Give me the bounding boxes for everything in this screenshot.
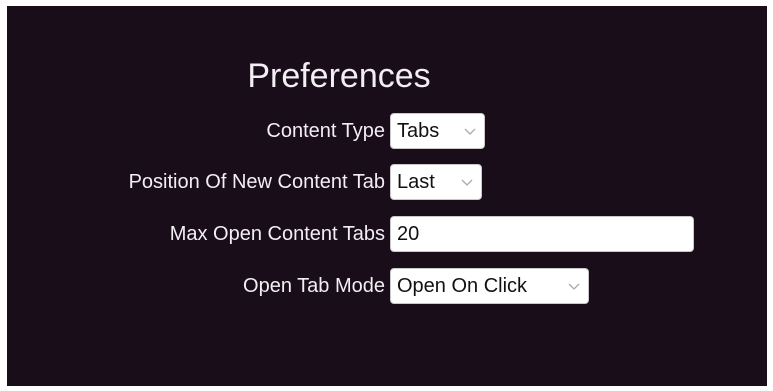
content-type-select[interactable]: Tabs <box>390 113 485 149</box>
preferences-panel: Preferences Content Type Tabs Position O… <box>7 6 767 386</box>
open-tab-mode-select[interactable]: Open On Click <box>390 268 589 304</box>
open-tab-mode-value: Open On Click <box>397 275 528 297</box>
position-new-tab-select[interactable]: Last <box>390 164 482 200</box>
content-type-row: Content Type <box>7 113 385 149</box>
chevron-down-icon <box>568 280 580 292</box>
content-type-label: Content Type <box>266 120 385 142</box>
chevron-down-icon <box>464 125 476 137</box>
position-new-tab-label: Position Of New Content Tab <box>128 171 385 193</box>
max-open-tabs-label: Max Open Content Tabs <box>169 223 385 245</box>
page-title: Preferences <box>247 57 431 95</box>
max-open-tabs-input[interactable]: 20 <box>390 216 694 252</box>
open-tab-mode-row: Open Tab Mode <box>7 268 385 304</box>
chevron-down-icon <box>461 176 473 188</box>
max-open-tabs-row: Max Open Content Tabs <box>7 216 385 252</box>
position-new-tab-row: Position Of New Content Tab <box>7 164 385 200</box>
position-new-tab-value: Last <box>397 171 435 193</box>
max-open-tabs-value: 20 <box>397 223 420 245</box>
open-tab-mode-label: Open Tab Mode <box>243 275 385 297</box>
content-type-value: Tabs <box>397 120 440 142</box>
